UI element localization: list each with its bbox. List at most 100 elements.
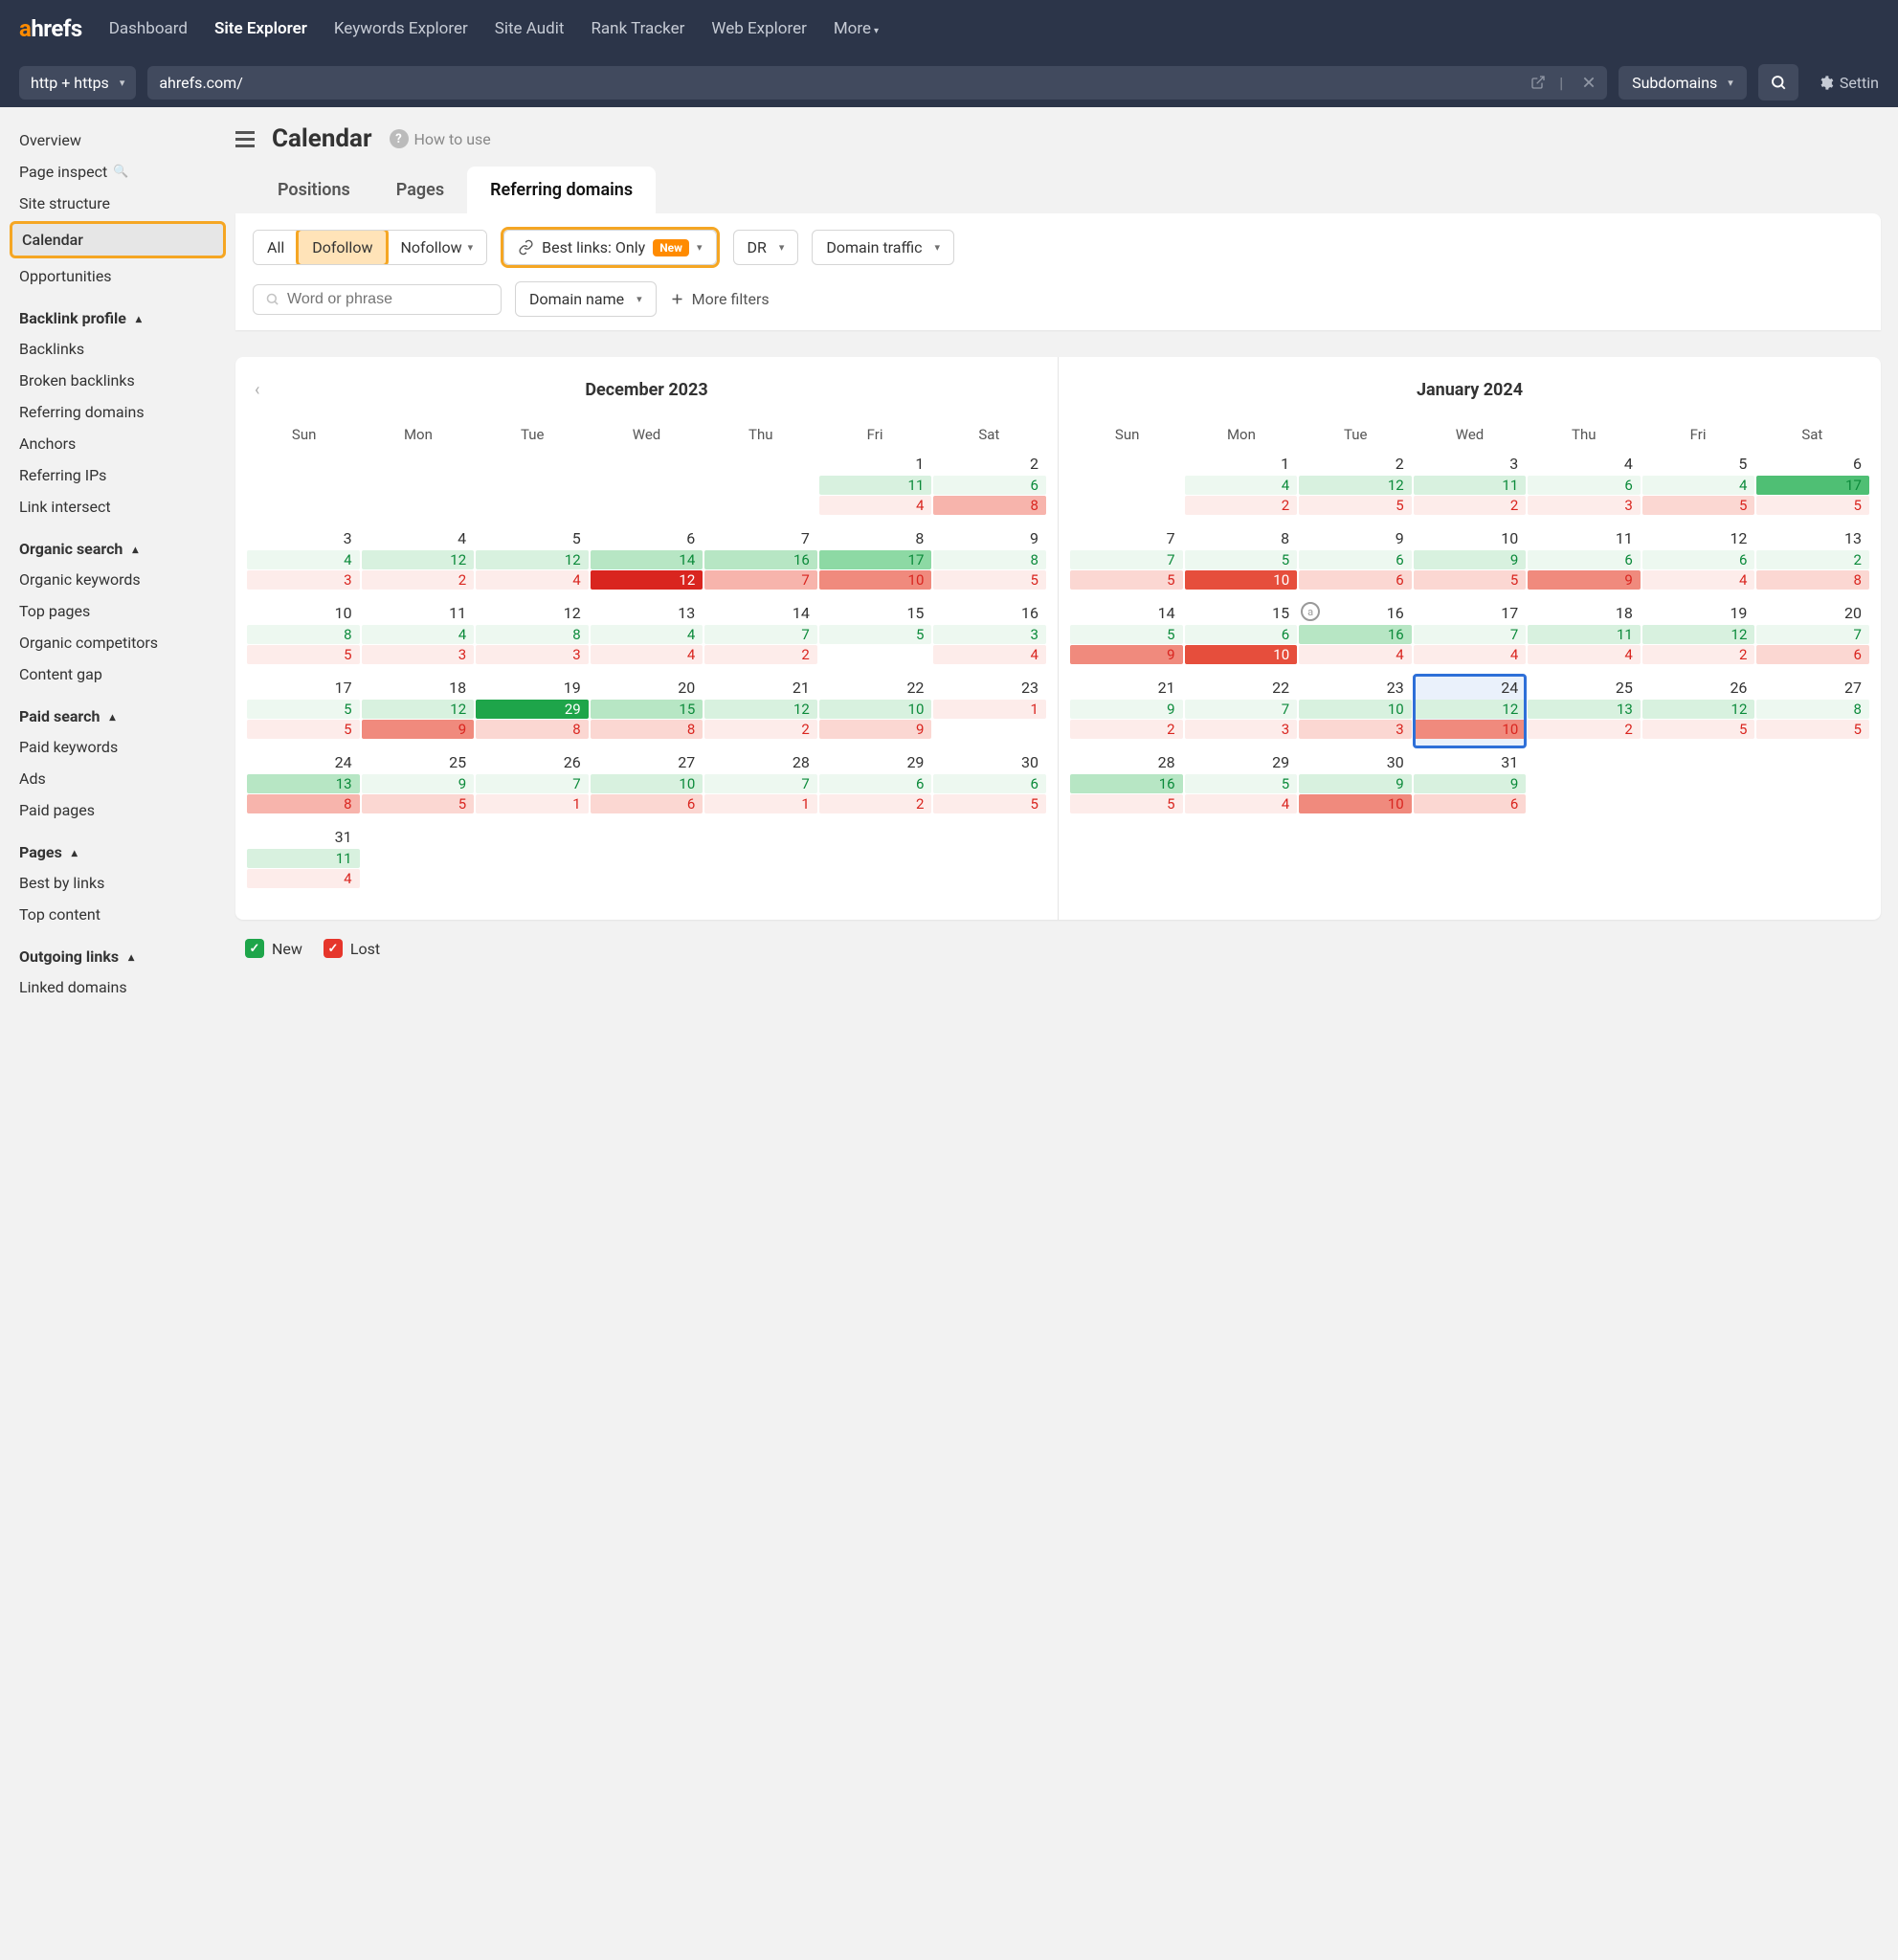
day-cell[interactable]: 21122 bbox=[704, 675, 817, 747]
day-cell[interactable]: 2871 bbox=[704, 749, 817, 822]
prev-month-button[interactable]: ‹ bbox=[255, 380, 259, 400]
day-cell[interactable]: 81710 bbox=[819, 525, 932, 598]
sidebar-item-referring-domains[interactable]: Referring domains bbox=[0, 396, 235, 428]
sidebar-item-opportunities[interactable]: Opportunities bbox=[0, 260, 235, 292]
day-cell[interactable]: 18129 bbox=[362, 675, 475, 747]
day-cell[interactable]: 4122 bbox=[362, 525, 475, 598]
nav-site-audit[interactable]: Site Audit bbox=[495, 19, 565, 38]
day-cell[interactable]: 2076 bbox=[1756, 600, 1869, 673]
day-cell[interactable]: 2954 bbox=[1185, 749, 1298, 822]
day-cell[interactable]: 966 bbox=[1299, 525, 1412, 598]
day-cell[interactable]: 26125 bbox=[1642, 675, 1755, 747]
day-cell[interactable]: 1755 bbox=[247, 675, 360, 747]
dr-filter[interactable]: DR bbox=[733, 230, 799, 265]
day-cell[interactable]: 1264 bbox=[1642, 525, 1755, 598]
day-cell[interactable]: 2962 bbox=[819, 749, 932, 822]
nav-keywords-explorer[interactable]: Keywords Explorer bbox=[334, 19, 468, 38]
sidebar-item-overview[interactable]: Overview bbox=[0, 124, 235, 156]
day-cell[interactable]: 15610 bbox=[1185, 600, 1298, 673]
day-cell[interactable]: 30910 bbox=[1299, 749, 1412, 822]
nav-more[interactable]: More▾ bbox=[834, 19, 879, 38]
day-cell[interactable]: 1095 bbox=[1414, 525, 1527, 598]
day-cell[interactable]: 268 bbox=[933, 451, 1046, 523]
sidebar-item-site-structure[interactable]: Site structure bbox=[0, 188, 235, 219]
sidebar-item-ads[interactable]: Ads bbox=[0, 763, 235, 794]
day-cell[interactable]: 1774 bbox=[1414, 600, 1527, 673]
day-cell[interactable]: 3112 bbox=[1414, 451, 1527, 523]
sidebar-item-content-gap[interactable]: Content gap bbox=[0, 658, 235, 690]
day-cell[interactable]: 27106 bbox=[591, 749, 703, 822]
day-cell[interactable]: 1283 bbox=[476, 600, 589, 673]
sidebar-item-best-by-links[interactable]: Best by links bbox=[0, 867, 235, 899]
day-cell[interactable]: 19122 bbox=[1642, 600, 1755, 673]
close-icon[interactable] bbox=[1582, 76, 1596, 89]
logo[interactable]: ahrefs bbox=[19, 15, 82, 42]
more-filters-button[interactable]: More filters bbox=[670, 290, 770, 308]
nav-web-explorer[interactable]: Web Explorer bbox=[711, 19, 806, 38]
day-cell[interactable]: 3065 bbox=[933, 749, 1046, 822]
day-cell[interactable]: 2595 bbox=[362, 749, 475, 822]
day-cell[interactable]: 1143 bbox=[362, 600, 475, 673]
sidebar-item-broken-backlinks[interactable]: Broken backlinks bbox=[0, 365, 235, 396]
sidebar-item-organic-keywords[interactable]: Organic keywords bbox=[0, 564, 235, 595]
sidebar-item-calendar[interactable]: Calendar bbox=[10, 221, 226, 258]
day-cell[interactable]: 155 bbox=[819, 600, 932, 673]
protocol-select[interactable]: http + https bbox=[19, 66, 136, 100]
day-cell[interactable]: 24138 bbox=[247, 749, 360, 822]
sidebar-item-page-inspect[interactable]: Page inspect🔍 bbox=[0, 156, 235, 188]
day-cell[interactable]: 8510 bbox=[1185, 525, 1298, 598]
day-cell[interactable]: 1472 bbox=[704, 600, 817, 673]
tab-pages[interactable]: Pages bbox=[373, 167, 467, 213]
day-cell[interactable]: 985 bbox=[933, 525, 1046, 598]
tab-positions[interactable]: Positions bbox=[255, 167, 373, 213]
day-cell[interactable]: 19298 bbox=[476, 675, 589, 747]
segment-dofollow[interactable]: Dofollow bbox=[296, 230, 389, 265]
sidebar-item-linked-domains[interactable]: Linked domains bbox=[0, 971, 235, 1003]
day-cell[interactable]: 25132 bbox=[1528, 675, 1641, 747]
day-cell[interactable]: 241210 bbox=[1414, 675, 1527, 747]
legend-new[interactable]: ✓New bbox=[245, 939, 302, 958]
day-cell[interactable]: 1085 bbox=[247, 600, 360, 673]
scope-select[interactable]: Subdomains bbox=[1619, 66, 1747, 100]
day-cell[interactable]: 3196 bbox=[1414, 749, 1527, 822]
search-button[interactable] bbox=[1758, 64, 1798, 100]
legend-lost[interactable]: ✓Lost bbox=[324, 939, 380, 958]
tab-referring-domains[interactable]: Referring domains bbox=[467, 167, 656, 213]
sidebar-item-referring-ips[interactable]: Referring IPs bbox=[0, 459, 235, 491]
sidebar-item-organic-competitors[interactable]: Organic competitors bbox=[0, 627, 235, 658]
open-external-icon[interactable] bbox=[1530, 75, 1546, 90]
day-cell[interactable]: 775 bbox=[1070, 525, 1183, 598]
day-cell[interactable]: 22109 bbox=[819, 675, 932, 747]
day-cell[interactable]: 28165 bbox=[1070, 749, 1183, 822]
sidebar-item-anchors[interactable]: Anchors bbox=[0, 428, 235, 459]
day-cell[interactable]: 2273 bbox=[1185, 675, 1298, 747]
sidebar-toggle-icon[interactable] bbox=[235, 131, 255, 147]
day-cell[interactable]: 61412 bbox=[591, 525, 703, 598]
day-cell[interactable]: 16a164 bbox=[1299, 600, 1412, 673]
nav-dashboard[interactable]: Dashboard bbox=[109, 19, 188, 38]
sidebar-heading-paid-search[interactable]: Paid search bbox=[0, 690, 235, 731]
sidebar-item-top-content[interactable]: Top content bbox=[0, 899, 235, 930]
best-links-filter[interactable]: Best links: Only New ▾ bbox=[503, 230, 716, 265]
day-cell[interactable]: 1169 bbox=[1528, 525, 1641, 598]
day-cell[interactable]: 23103 bbox=[1299, 675, 1412, 747]
day-cell[interactable]: 18114 bbox=[1528, 600, 1641, 673]
day-cell[interactable]: 545 bbox=[1642, 451, 1755, 523]
day-cell[interactable]: 1459 bbox=[1070, 600, 1183, 673]
day-cell[interactable]: 7167 bbox=[704, 525, 817, 598]
url-input[interactable]: ahrefs.com/ | bbox=[147, 66, 1607, 100]
day-cell[interactable]: 31114 bbox=[247, 824, 360, 897]
domain-traffic-filter[interactable]: Domain traffic bbox=[812, 230, 954, 265]
day-cell[interactable]: 1634 bbox=[933, 600, 1046, 673]
search-input[interactable] bbox=[253, 284, 502, 315]
sidebar-item-link-intersect[interactable]: Link intersect bbox=[0, 491, 235, 523]
annotation-icon[interactable]: a bbox=[1301, 602, 1320, 621]
sidebar-item-backlinks[interactable]: Backlinks bbox=[0, 333, 235, 365]
day-cell[interactable]: 1344 bbox=[591, 600, 703, 673]
day-cell[interactable]: 5124 bbox=[476, 525, 589, 598]
segment-nofollow[interactable]: Nofollow▾ bbox=[387, 231, 486, 264]
sidebar-heading-backlink-profile[interactable]: Backlink profile bbox=[0, 292, 235, 333]
sidebar-heading-organic-search[interactable]: Organic search bbox=[0, 523, 235, 564]
nav-site-explorer[interactable]: Site Explorer bbox=[214, 19, 307, 38]
settings-link[interactable]: Settin bbox=[1818, 74, 1879, 92]
